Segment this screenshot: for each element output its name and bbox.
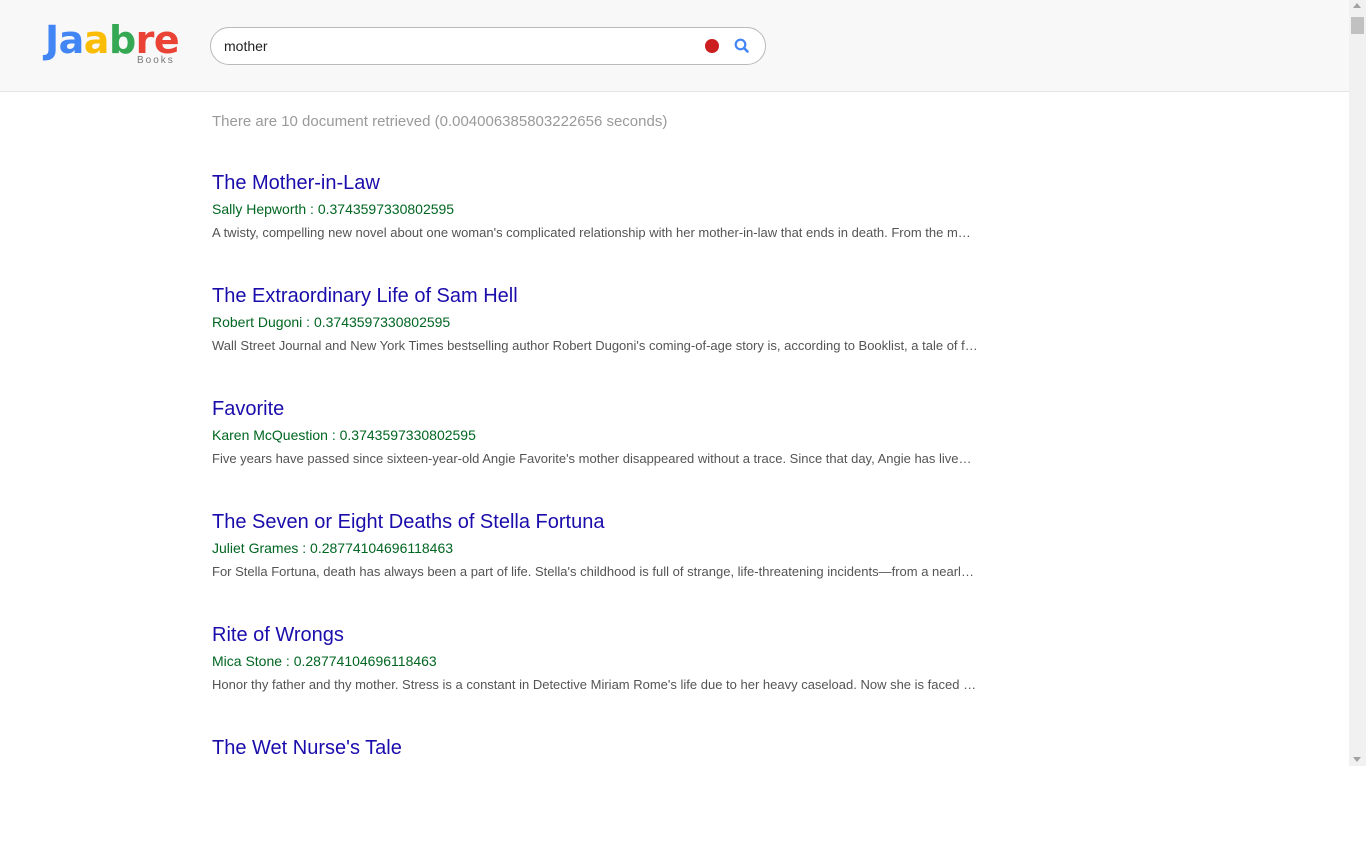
result-score: 0.28774104696118463 [310, 540, 454, 556]
result-item: The Seven or Eight Deaths of Stella Fort… [212, 510, 992, 625]
result-description: Honor thy father and thy mother. Stress … [212, 677, 978, 692]
result-author: Juliet Grames [212, 540, 299, 556]
result-author: Mica Stone [212, 653, 283, 669]
result-author-score: Juliet Grames : 0.28774104696118463 [212, 540, 454, 556]
result-title-link[interactable]: The Mother-in-Law [212, 171, 992, 195]
scroll-up-arrow-icon[interactable] [1353, 3, 1361, 8]
search-button[interactable] [732, 36, 752, 56]
logo-subtitle: Books [137, 55, 175, 66]
result-item: Rite of Wrongs Mica Stone : 0.2877410469… [212, 623, 992, 738]
page-scrollbar[interactable] [1349, 0, 1366, 766]
jaabre-logo[interactable]: Jaabre Books [45, 18, 185, 68]
result-item: Favorite Karen McQuestion : 0.3743597330… [212, 397, 992, 512]
result-author-score: Sally Hepworth : 0.3743597330802595 [212, 201, 455, 217]
search-input[interactable] [224, 35, 694, 57]
results-container: There are 10 document retrieved (0.00400… [212, 112, 992, 851]
result-description: Wall Street Journal and New York Times b… [212, 338, 978, 353]
result-item: The Extraordinary Life of Sam Hell Rober… [212, 284, 992, 399]
logo-letter: a [58, 18, 85, 62]
result-title-link[interactable]: Rite of Wrongs [212, 623, 992, 647]
result-description: A twisty, compelling new novel about one… [212, 225, 978, 240]
result-author: Sally Hepworth [212, 201, 307, 217]
scrollbar-thumb[interactable] [1351, 17, 1364, 34]
scroll-down-arrow-icon[interactable] [1353, 757, 1361, 762]
result-author-score: Karen McQuestion : 0.3743597330802595 [212, 427, 476, 443]
result-title-link[interactable]: The Extraordinary Life of Sam Hell [212, 284, 992, 308]
result-item: The Wet Nurse's Tale [212, 736, 992, 851]
result-description: Five years have passed since sixteen-yea… [212, 451, 978, 466]
logo-letter: J [45, 18, 59, 62]
header: Jaabre Books [0, 0, 1349, 92]
result-author-score: Mica Stone : 0.28774104696118463 [212, 653, 437, 669]
result-author: Robert Dugoni [212, 314, 303, 330]
result-author: Karen McQuestion [212, 427, 328, 443]
result-score: 0.3743597330802595 [313, 314, 451, 330]
search-icon [734, 38, 749, 53]
result-description: For Stella Fortuna, death has always bee… [212, 564, 978, 579]
result-score: 0.3743597330802595 [339, 427, 476, 443]
logo-letter: b [108, 18, 136, 62]
voice-search-icon[interactable] [705, 39, 719, 53]
result-author-score: Robert Dugoni : 0.3743597330802595 [212, 314, 451, 330]
result-title-link[interactable]: Favorite [212, 397, 992, 421]
result-title-link[interactable]: The Seven or Eight Deaths of Stella Fort… [212, 510, 992, 534]
result-item: The Mother-in-Law Sally Hepworth : 0.374… [212, 171, 992, 286]
search-bar [210, 27, 766, 65]
result-stats: There are 10 document retrieved (0.00400… [212, 113, 668, 130]
result-title-link[interactable]: The Wet Nurse's Tale [212, 736, 992, 760]
result-score: 0.28774104696118463 [293, 653, 437, 669]
logo-letter: a [83, 18, 110, 62]
result-score: 0.3743597330802595 [317, 201, 455, 217]
